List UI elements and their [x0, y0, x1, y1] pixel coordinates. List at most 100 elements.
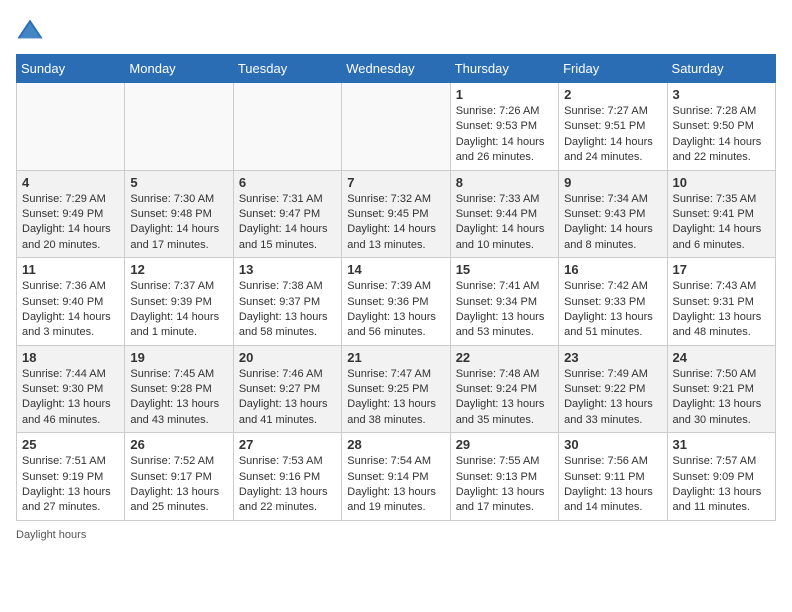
day-number: 16	[564, 262, 661, 277]
calendar-week-2: 11Sunrise: 7:36 AM Sunset: 9:40 PM Dayli…	[17, 258, 776, 346]
day-number: 7	[347, 175, 444, 190]
day-number: 26	[130, 437, 227, 452]
day-number: 18	[22, 350, 119, 365]
day-info: Sunrise: 7:47 AM Sunset: 9:25 PM Dayligh…	[347, 367, 444, 429]
day-number: 10	[673, 175, 770, 190]
day-info: Sunrise: 7:30 AM Sunset: 9:48 PM Dayligh…	[130, 192, 227, 254]
day-number: 29	[456, 437, 553, 452]
calendar-cell: 3 Sunrise: 7:28 AM Sunset: 9:50 PM Daylig…	[667, 83, 775, 171]
day-number: 20	[239, 350, 336, 365]
calendar-week-3: 18 Sunrise: 7:44 AM Sunset: 9:30 PM Dayli…	[17, 345, 776, 433]
day-info: Sunrise: 7:36 AM Sunset: 9:40 PM Dayligh…	[22, 279, 119, 341]
day-number: 15	[456, 262, 553, 277]
calendar: SundayMondayTuesdayWednesdayThursdayFrid…	[16, 54, 776, 521]
calendar-cell: 30Sunrise: 7:56 AM Sunset: 9:11 PM Dayli…	[559, 433, 667, 521]
logo	[16, 16, 48, 44]
day-number: 28	[347, 437, 444, 452]
calendar-cell: 5 Sunrise: 7:30 AM Sunset: 9:48 PM Daylig…	[125, 170, 233, 258]
day-number: 23	[564, 350, 661, 365]
day-number: 12	[130, 262, 227, 277]
day-info: Sunrise: 7:33 AM Sunset: 9:44 PM Dayligh…	[456, 192, 553, 254]
day-info: Sunrise: 7:50 AM Sunset: 9:21 PM Dayligh…	[673, 367, 770, 429]
day-info: Sunrise: 7:38 AM Sunset: 9:37 PM Dayligh…	[239, 279, 336, 341]
day-info: Sunrise: 7:43 AM Sunset: 9:31 PM Dayligh…	[673, 279, 770, 341]
calendar-cell: 1Sunrise: 7:26 AM Sunset: 9:53 PM Daylig…	[450, 83, 558, 171]
calendar-week-4: 25 Sunrise: 7:51 AM Sunset: 9:19 PM Dayli…	[17, 433, 776, 521]
day-number: 2	[564, 87, 661, 102]
day-number: 5	[130, 175, 227, 190]
day-info: Sunrise: 7:35 AM Sunset: 9:41 PM Dayligh…	[673, 192, 770, 254]
calendar-cell	[233, 83, 341, 171]
calendar-cell: 28 Sunrise: 7:54 AM Sunset: 9:14 PM Dayli…	[342, 433, 450, 521]
calendar-cell: 2 Sunrise: 7:27 AM Sunset: 9:51 PM Daylig…	[559, 83, 667, 171]
calendar-cell: 25 Sunrise: 7:51 AM Sunset: 9:19 PM Dayli…	[17, 433, 125, 521]
day-info: Sunrise: 7:57 AM Sunset: 9:09 PM Dayligh…	[673, 454, 770, 516]
day-number: 14	[347, 262, 444, 277]
day-number: 22	[456, 350, 553, 365]
calendar-cell: 29 Sunrise: 7:55 AM Sunset: 9:13 PM Dayli…	[450, 433, 558, 521]
calendar-cell: 14 Sunrise: 7:39 AM Sunset: 9:36 PM Dayli…	[342, 258, 450, 346]
day-number: 8	[456, 175, 553, 190]
day-number: 24	[673, 350, 770, 365]
calendar-week-1: 4 Sunrise: 7:29 AM Sunset: 9:49 PM Daylig…	[17, 170, 776, 258]
day-info: Sunrise: 7:44 AM Sunset: 9:30 PM Dayligh…	[22, 367, 119, 429]
logo-icon	[16, 16, 44, 44]
calendar-cell	[125, 83, 233, 171]
day-info: Sunrise: 7:29 AM Sunset: 9:49 PM Dayligh…	[22, 192, 119, 254]
day-number: 3	[673, 87, 770, 102]
calendar-cell: 7 Sunrise: 7:32 AM Sunset: 9:45 PM Daylig…	[342, 170, 450, 258]
calendar-cell	[17, 83, 125, 171]
day-header-saturday: Saturday	[667, 55, 775, 83]
calendar-cell: 9 Sunrise: 7:34 AM Sunset: 9:43 PM Daylig…	[559, 170, 667, 258]
day-number: 27	[239, 437, 336, 452]
day-header-tuesday: Tuesday	[233, 55, 341, 83]
calendar-cell	[342, 83, 450, 171]
day-number: 9	[564, 175, 661, 190]
day-info: Sunrise: 7:46 AM Sunset: 9:27 PM Dayligh…	[239, 367, 336, 429]
calendar-week-0: 1Sunrise: 7:26 AM Sunset: 9:53 PM Daylig…	[17, 83, 776, 171]
day-number: 13	[239, 262, 336, 277]
calendar-cell: 20 Sunrise: 7:46 AM Sunset: 9:27 PM Dayli…	[233, 345, 341, 433]
calendar-header-row: SundayMondayTuesdayWednesdayThursdayFrid…	[17, 55, 776, 83]
day-number: 6	[239, 175, 336, 190]
day-info: Sunrise: 7:45 AM Sunset: 9:28 PM Dayligh…	[130, 367, 227, 429]
day-info: Sunrise: 7:42 AM Sunset: 9:33 PM Dayligh…	[564, 279, 661, 341]
day-info: Sunrise: 7:26 AM Sunset: 9:53 PM Dayligh…	[456, 104, 553, 166]
day-info: Sunrise: 7:27 AM Sunset: 9:51 PM Dayligh…	[564, 104, 661, 166]
day-info: Sunrise: 7:54 AM Sunset: 9:14 PM Dayligh…	[347, 454, 444, 516]
day-number: 4	[22, 175, 119, 190]
footer-note: Daylight hours	[16, 529, 776, 541]
day-info: Sunrise: 7:28 AM Sunset: 9:50 PM Dayligh…	[673, 104, 770, 166]
calendar-cell: 16 Sunrise: 7:42 AM Sunset: 9:33 PM Dayli…	[559, 258, 667, 346]
day-info: Sunrise: 7:32 AM Sunset: 9:45 PM Dayligh…	[347, 192, 444, 254]
calendar-cell: 21Sunrise: 7:47 AM Sunset: 9:25 PM Dayli…	[342, 345, 450, 433]
calendar-cell: 26 Sunrise: 7:52 AM Sunset: 9:17 PM Dayli…	[125, 433, 233, 521]
calendar-cell: 4 Sunrise: 7:29 AM Sunset: 9:49 PM Daylig…	[17, 170, 125, 258]
day-info: Sunrise: 7:41 AM Sunset: 9:34 PM Dayligh…	[456, 279, 553, 341]
day-info: Sunrise: 7:37 AM Sunset: 9:39 PM Dayligh…	[130, 279, 227, 341]
calendar-cell: 24 Sunrise: 7:50 AM Sunset: 9:21 PM Dayli…	[667, 345, 775, 433]
day-info: Sunrise: 7:39 AM Sunset: 9:36 PM Dayligh…	[347, 279, 444, 341]
day-header-wednesday: Wednesday	[342, 55, 450, 83]
calendar-cell: 19 Sunrise: 7:45 AM Sunset: 9:28 PM Dayli…	[125, 345, 233, 433]
day-info: Sunrise: 7:34 AM Sunset: 9:43 PM Dayligh…	[564, 192, 661, 254]
calendar-cell: 22Sunrise: 7:48 AM Sunset: 9:24 PM Dayli…	[450, 345, 558, 433]
day-number: 31	[673, 437, 770, 452]
day-number: 17	[673, 262, 770, 277]
day-header-thursday: Thursday	[450, 55, 558, 83]
calendar-cell: 10 Sunrise: 7:35 AM Sunset: 9:41 PM Dayli…	[667, 170, 775, 258]
calendar-cell: 6 Sunrise: 7:31 AM Sunset: 9:47 PM Daylig…	[233, 170, 341, 258]
day-info: Sunrise: 7:55 AM Sunset: 9:13 PM Dayligh…	[456, 454, 553, 516]
calendar-cell: 11Sunrise: 7:36 AM Sunset: 9:40 PM Dayli…	[17, 258, 125, 346]
calendar-cell: 17 Sunrise: 7:43 AM Sunset: 9:31 PM Dayli…	[667, 258, 775, 346]
day-info: Sunrise: 7:53 AM Sunset: 9:16 PM Dayligh…	[239, 454, 336, 516]
day-info: Sunrise: 7:31 AM Sunset: 9:47 PM Dayligh…	[239, 192, 336, 254]
calendar-cell: 12 Sunrise: 7:37 AM Sunset: 9:39 PM Dayli…	[125, 258, 233, 346]
day-number: 25	[22, 437, 119, 452]
day-info: Sunrise: 7:52 AM Sunset: 9:17 PM Dayligh…	[130, 454, 227, 516]
day-info: Sunrise: 7:51 AM Sunset: 9:19 PM Dayligh…	[22, 454, 119, 516]
calendar-cell: 15 Sunrise: 7:41 AM Sunset: 9:34 PM Dayli…	[450, 258, 558, 346]
calendar-cell: 13 Sunrise: 7:38 AM Sunset: 9:37 PM Dayli…	[233, 258, 341, 346]
calendar-cell: 18 Sunrise: 7:44 AM Sunset: 9:30 PM Dayli…	[17, 345, 125, 433]
day-number: 19	[130, 350, 227, 365]
